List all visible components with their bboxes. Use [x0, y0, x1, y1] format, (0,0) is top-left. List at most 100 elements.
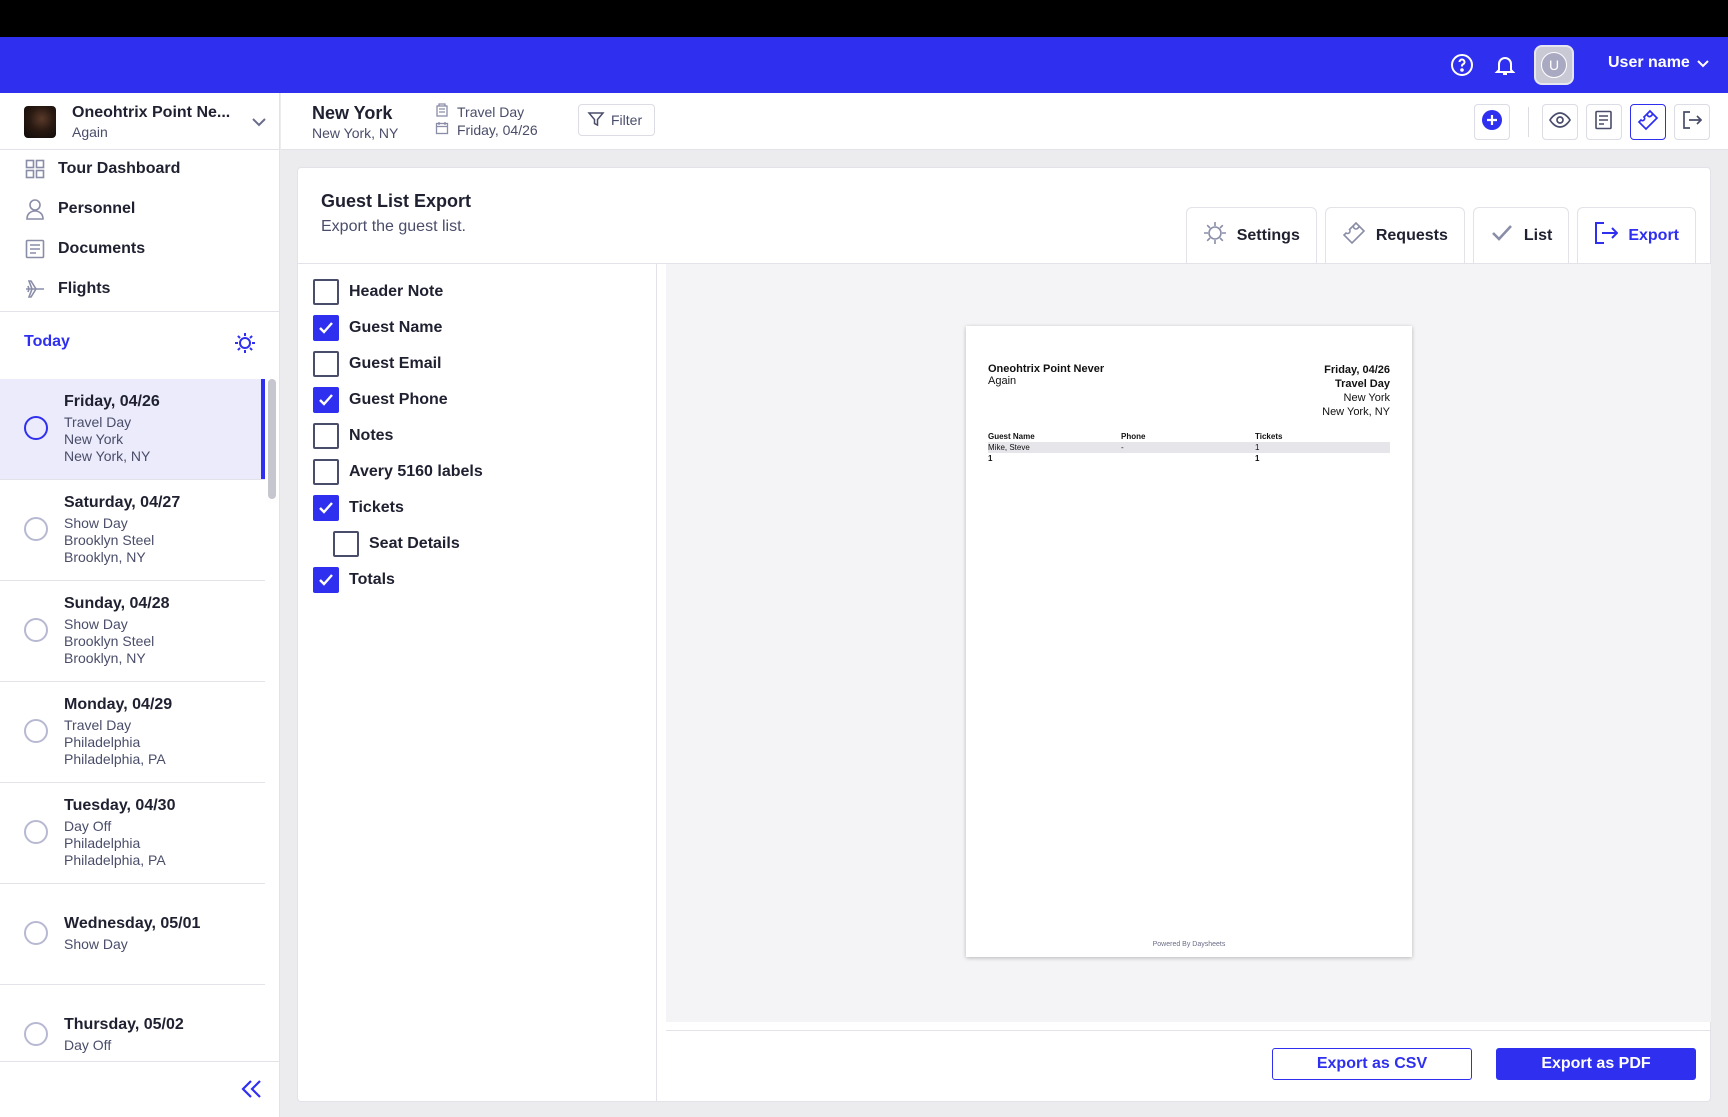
tab-list[interactable]: List: [1472, 207, 1570, 263]
filter-button[interactable]: Filter: [578, 104, 656, 136]
sidebar-scrollbar[interactable]: [268, 379, 276, 499]
day-place: New York: [64, 431, 124, 447]
option-totals[interactable]: Totals: [313, 567, 395, 593]
app-body: Oneohtrix Point Ne... Again Tour Dashboa…: [0, 93, 1728, 1117]
option-header-note[interactable]: Header Note: [313, 279, 443, 305]
status-circle-icon[interactable]: [24, 517, 48, 541]
day-type: Day Off: [64, 818, 112, 834]
document-icon: [1594, 110, 1614, 135]
preview-button[interactable]: [1542, 104, 1578, 140]
day-type: Show Day: [64, 936, 128, 952]
day-place: Brooklyn Steel: [64, 532, 155, 548]
today-button[interactable]: Today: [24, 333, 70, 351]
status-circle-icon[interactable]: [24, 820, 48, 844]
checkbox[interactable]: [313, 351, 339, 377]
pdf-preview-page[interactable]: Oneohtrix Point Never Again Friday, 04/2…: [966, 326, 1412, 957]
tab-label: Settings: [1236, 226, 1300, 244]
preview-cell: 1: [1255, 443, 1260, 452]
status-circle-icon[interactable]: [24, 416, 48, 440]
collapse-sidebar-icon[interactable]: [240, 1078, 264, 1105]
check-icon: [319, 322, 333, 334]
checkbox[interactable]: [313, 315, 339, 341]
help-icon[interactable]: [1448, 51, 1476, 79]
export-pdf-button[interactable]: Export as PDF: [1496, 1048, 1696, 1080]
sidebar-item-label: Personnel: [58, 200, 136, 217]
day-location: Brooklyn, NY: [64, 549, 146, 565]
gear-icon[interactable]: [234, 332, 256, 359]
preview-date: Friday, 04/26: [1324, 364, 1390, 376]
day-date: Friday, 04/26: [64, 393, 160, 410]
status-circle-icon[interactable]: [24, 618, 48, 642]
option-guest-phone[interactable]: Guest Phone: [313, 387, 448, 413]
status-circle-icon[interactable]: [24, 719, 48, 743]
preview-artist: Oneohtrix Point Never: [988, 363, 1105, 375]
day-item-saturday-0427[interactable]: Saturday, 04/27 Show Day Brooklyn Steel …: [0, 480, 265, 581]
guest-list-button[interactable]: [1630, 104, 1666, 140]
option-guest-email[interactable]: Guest Email: [313, 351, 441, 377]
tour-selector[interactable]: Oneohtrix Point Ne... Again: [0, 93, 279, 150]
day-item-wednesday-0501[interactable]: Wednesday, 05/01 Show Day: [0, 884, 265, 985]
check-icon: [1490, 221, 1514, 250]
status-circle-icon[interactable]: [24, 1022, 48, 1046]
checkbox[interactable]: [313, 459, 339, 485]
day-item-tuesday-0430[interactable]: Tuesday, 04/30 Day Off Philadelphia Phil…: [0, 783, 265, 884]
user-name[interactable]: User name: [1608, 54, 1690, 72]
option-label: Guest Email: [349, 355, 442, 372]
add-button[interactable]: [1474, 104, 1510, 140]
day-item-monday-0429[interactable]: Monday, 04/29 Travel Day Philadelphia Ph…: [0, 682, 265, 783]
day-location: Brooklyn, NY: [64, 650, 146, 666]
checkbox[interactable]: [313, 279, 339, 305]
chevron-down-icon[interactable]: [1696, 56, 1710, 75]
status-circle-icon[interactable]: [24, 921, 48, 945]
checkbox[interactable]: [313, 423, 339, 449]
check-icon: [319, 502, 333, 514]
bell-icon[interactable]: [1491, 51, 1519, 79]
option-tickets[interactable]: Tickets: [313, 495, 404, 521]
chevron-down-icon[interactable]: [250, 113, 268, 136]
day-type: Travel Day: [64, 414, 132, 430]
day-location: Philadelphia, PA: [64, 751, 166, 767]
day-date-label: Friday, 04/26: [457, 121, 538, 138]
preview-tour: Again: [988, 375, 1017, 387]
option-label: Guest Phone: [349, 391, 448, 408]
card-tabs: Settings Requests List Export: [1185, 207, 1696, 263]
option-guest-name[interactable]: Guest Name: [313, 315, 442, 341]
day-type: Travel Day: [64, 717, 132, 733]
avatar[interactable]: U: [1534, 45, 1574, 85]
option-notes[interactable]: Notes: [313, 423, 393, 449]
preview-table-header: Guest Name Phone Tickets: [988, 431, 1390, 442]
sidebar-item-tour-dashboard[interactable]: Tour Dashboard: [24, 155, 180, 183]
day-item-friday-0426[interactable]: Friday, 04/26 Travel Day New York New Yo…: [0, 379, 265, 480]
tab-label: Requests: [1375, 226, 1448, 244]
day-place: Brooklyn Steel: [64, 633, 155, 649]
preview-header-right: Friday, 04/26 Travel Day New York New Yo…: [1322, 363, 1390, 419]
export-icon: [1682, 110, 1703, 135]
calendar-icon: [435, 121, 449, 138]
sidebar-item-documents[interactable]: Documents: [24, 235, 145, 263]
checkbox[interactable]: [313, 567, 339, 593]
checkbox[interactable]: [333, 531, 359, 557]
export-preview-area: Oneohtrix Point Never Again Friday, 04/2…: [666, 264, 1711, 1022]
preview-col-phone: Phone: [1121, 432, 1146, 441]
checkbox[interactable]: [313, 495, 339, 521]
option-label: Notes: [349, 427, 394, 444]
tour-thumbnail: [24, 106, 56, 138]
sidebar-item-label: Documents: [58, 240, 146, 257]
document-icon: [24, 238, 46, 260]
day-item-sunday-0428[interactable]: Sunday, 04/28 Show Day Brooklyn Steel Br…: [0, 581, 265, 682]
top-black-bar: [0, 0, 1728, 37]
preview-table-totals: 1 1: [988, 453, 1390, 464]
option-avery-labels[interactable]: Avery 5160 labels: [313, 459, 483, 485]
checkbox[interactable]: [313, 387, 339, 413]
sidebar-item-flights[interactable]: Flights: [24, 275, 110, 303]
tab-export[interactable]: Export: [1577, 207, 1696, 263]
tab-requests[interactable]: Requests: [1324, 207, 1465, 263]
export-button[interactable]: [1674, 104, 1710, 140]
sidebar-item-label: Tour Dashboard: [58, 160, 181, 177]
sidebar-item-personnel[interactable]: Personnel: [24, 195, 135, 223]
notes-button[interactable]: [1586, 104, 1622, 140]
export-icon: [1594, 221, 1619, 250]
option-seat-details[interactable]: Seat Details: [333, 531, 460, 557]
export-csv-button[interactable]: Export as CSV: [1272, 1048, 1472, 1080]
tab-settings[interactable]: Settings: [1185, 207, 1317, 263]
